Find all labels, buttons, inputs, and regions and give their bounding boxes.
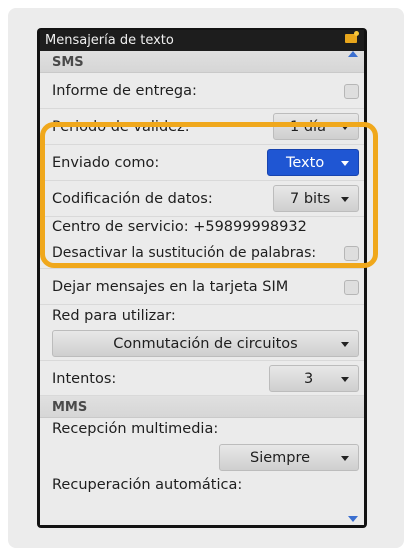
service-center-text: Centro de servicio: +59899998932 [52, 219, 307, 235]
retries-value: 3 [304, 371, 314, 387]
chevron-down-icon [341, 342, 349, 347]
delivery-report-row: Informe de entrega: [40, 73, 364, 109]
delivery-report-label: Informe de entrega: [52, 83, 197, 99]
sent-as-value: Texto [286, 155, 325, 171]
auto-retrieval-label-row: Recuperación automática: [40, 474, 364, 496]
title-bar: Mensajería de texto [40, 30, 364, 51]
chevron-down-icon [341, 161, 349, 166]
word-substitution-row: Desactivar la sustitución de palabras: [40, 241, 364, 269]
multimedia-reception-label-row: Recepción multimedia: [40, 418, 364, 440]
validity-period-dropdown[interactable]: 1 día [273, 113, 359, 140]
service-center-row: Centro de servicio: +59899998932 [40, 217, 364, 241]
data-encoding-row: Codificación de datos: 7 bits [40, 181, 364, 217]
word-substitution-label: Desactivar la sustitución de palabras: [52, 245, 317, 261]
multimedia-reception-value: Siempre [250, 450, 311, 466]
network-label: Red para utilizar: [52, 308, 176, 324]
delivery-report-checkbox[interactable] [344, 84, 359, 99]
sms-section-header: SMS [40, 51, 364, 73]
multimedia-reception-label: Recepción multimedia: [52, 421, 219, 437]
keep-on-sim-row: Dejar mensajes en la tarjeta SIM [40, 269, 364, 305]
retries-dropdown[interactable]: 3 [269, 365, 359, 392]
data-encoding-label: Codificación de datos: [52, 191, 213, 207]
chevron-down-icon [341, 377, 349, 382]
auto-retrieval-label: Recuperación automática: [52, 477, 243, 493]
mms-section-header: MMS [40, 396, 364, 418]
keep-on-sim-checkbox[interactable] [344, 280, 359, 295]
scroll-up-icon[interactable] [348, 51, 358, 57]
validity-period-value: 1 día [290, 119, 326, 135]
chevron-down-icon [341, 456, 349, 461]
network-label-row: Red para utilizar: [40, 305, 364, 327]
scroll-down-icon[interactable] [348, 516, 358, 522]
data-encoding-dropdown[interactable]: 7 bits [273, 185, 359, 212]
validity-period-row: Periodo de validez: 1 día [40, 109, 364, 145]
validity-period-label: Periodo de validez: [52, 119, 190, 135]
sms-header-label: SMS [52, 55, 84, 70]
sent-as-row: Enviado como: Texto [40, 145, 364, 181]
network-value: Conmutación de circuitos [113, 336, 298, 352]
app-title: Mensajería de texto [45, 33, 174, 48]
word-substitution-checkbox[interactable] [344, 246, 359, 261]
retries-label: Intentos: [52, 371, 117, 387]
keep-on-sim-label: Dejar mensajes en la tarjeta SIM [52, 279, 289, 295]
data-encoding-value: 7 bits [290, 191, 331, 207]
phone-screen: Mensajería de texto SMS Informe de entre… [40, 30, 364, 525]
retries-row: Intentos: 3 [40, 360, 364, 396]
mms-header-label: MMS [52, 400, 88, 415]
multimedia-reception-dropdown[interactable]: Siempre [219, 444, 359, 471]
network-dropdown[interactable]: Conmutación de circuitos [52, 330, 359, 357]
chevron-down-icon [341, 125, 349, 130]
multimedia-reception-row: Siempre [40, 440, 364, 474]
sent-as-dropdown[interactable]: Texto [267, 149, 359, 176]
chevron-down-icon [341, 197, 349, 202]
sent-as-label: Enviado como: [52, 155, 160, 171]
mail-notification-icon [345, 31, 359, 43]
